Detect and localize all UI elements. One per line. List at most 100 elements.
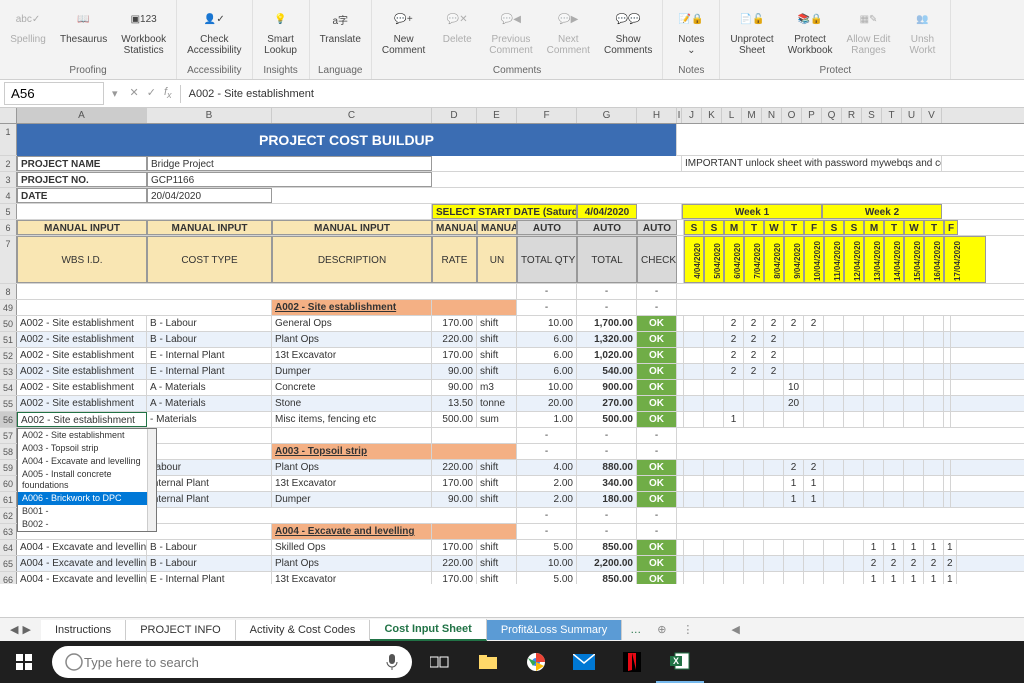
col-header[interactable]: C <box>272 108 432 123</box>
col-header[interactable]: N <box>762 108 782 123</box>
col-header[interactable]: F <box>517 108 577 123</box>
start-button[interactable] <box>0 641 48 683</box>
sheet-tab[interactable]: PROJECT INFO <box>126 620 235 640</box>
row-header[interactable]: 62 <box>0 508 17 523</box>
task-view-icon[interactable] <box>416 641 464 683</box>
wbs-dropdown[interactable]: A002 - Site establishmentA003 - Topsoil … <box>17 428 157 532</box>
sheet-tab[interactable]: Profit&Loss Summary <box>487 620 622 640</box>
dropdown-option[interactable]: A006 - Brickwork to DPC <box>18 492 156 505</box>
col-header[interactable]: A <box>17 108 147 123</box>
row-header[interactable]: 53 <box>0 364 17 379</box>
mic-icon[interactable] <box>384 652 400 672</box>
protect-workbook-button[interactable]: 📚🔒ProtectWorkbook <box>782 3 839 58</box>
row-header[interactable]: 60 <box>0 476 17 491</box>
row-header[interactable]: 3 <box>0 172 17 187</box>
row-header[interactable]: 52 <box>0 348 17 363</box>
workbook-stats-button[interactable]: ▣123WorkbookStatistics <box>115 3 172 58</box>
row-header[interactable]: 59 <box>0 460 17 475</box>
translate-button[interactable]: a字Translate <box>314 3 367 47</box>
show-comments-button[interactable]: 💬💬ShowComments <box>598 3 658 58</box>
col-header[interactable]: B <box>147 108 272 123</box>
name-box[interactable] <box>4 82 104 105</box>
row-header[interactable]: 8 <box>0 284 17 299</box>
delete-comment-button[interactable]: 💬✕Delete <box>433 3 481 58</box>
enter-icon[interactable]: ✓ <box>147 86 156 100</box>
cell: 1 <box>944 540 957 555</box>
col-header[interactable]: V <box>922 108 942 123</box>
dropdown-option[interactable]: B002 - <box>18 518 156 531</box>
dropdown-option[interactable]: B001 - <box>18 505 156 518</box>
new-comment-button[interactable]: 💬+NewComment <box>376 3 431 58</box>
excel-icon[interactable]: X <box>656 641 704 683</box>
check-accessibility-button[interactable]: 👤✓CheckAccessibility <box>181 3 247 58</box>
col-header[interactable]: D <box>432 108 477 123</box>
chrome-icon[interactable] <box>512 641 560 683</box>
dropdown-option[interactable]: A003 - Topsoil strip <box>18 442 156 455</box>
col-header[interactable]: J <box>682 108 702 123</box>
spreadsheet-grid[interactable]: 1PROJECT COST BUILDUP2PROJECT NAMEBridge… <box>0 124 1024 584</box>
row-header[interactable]: 1 <box>0 124 17 155</box>
row-header[interactable]: 4 <box>0 188 17 203</box>
col-header[interactable]: G <box>577 108 637 123</box>
tab-next-icon[interactable]: ▶ <box>22 623 30 636</box>
col-header[interactable]: R <box>842 108 862 123</box>
col-header[interactable]: T <box>882 108 902 123</box>
cancel-icon[interactable]: ✕ <box>130 86 139 100</box>
row-header[interactable]: 63 <box>0 524 17 539</box>
file-explorer-icon[interactable] <box>464 641 512 683</box>
sheet-tab[interactable]: Cost Input Sheet <box>370 619 486 641</box>
row-header[interactable]: 58 <box>0 444 17 459</box>
col-header[interactable]: M <box>742 108 762 123</box>
unprotect-sheet-button[interactable]: 📄🔓UnprotectSheet <box>724 3 779 58</box>
sheet-tab[interactable]: Instructions <box>41 620 126 640</box>
taskbar-search[interactable] <box>52 646 412 678</box>
sheet-tab[interactable]: Activity & Cost Codes <box>236 620 371 640</box>
thesaurus-button[interactable]: 📖Thesaurus <box>54 3 113 58</box>
col-header[interactable]: K <box>702 108 722 123</box>
col-header[interactable]: L <box>722 108 742 123</box>
tab-nav[interactable]: ◀ ▶ <box>0 623 41 636</box>
row-header[interactable]: 55 <box>0 396 17 411</box>
row-header[interactable]: 49 <box>0 300 17 315</box>
row-header[interactable]: 6 <box>0 220 17 235</box>
col-header[interactable]: H <box>637 108 677 123</box>
row-header[interactable]: 56 <box>0 412 17 427</box>
next-comment-button[interactable]: 💬▶NextComment <box>541 3 596 58</box>
dropdown-option[interactable]: A004 - Excavate and levelling <box>18 455 156 468</box>
row-header[interactable]: 50 <box>0 316 17 331</box>
cell <box>844 476 864 491</box>
spelling-button[interactable]: abc✓Spelling <box>4 3 52 58</box>
row-header[interactable]: 2 <box>0 156 17 171</box>
row-header[interactable]: 65 <box>0 556 17 571</box>
unshare-button[interactable]: 👥UnshWorkt <box>898 3 946 58</box>
col-header[interactable]: E <box>477 108 517 123</box>
allow-edit-ranges-button[interactable]: ▦✎Allow EditRanges <box>841 3 897 58</box>
col-header[interactable]: O <box>782 108 802 123</box>
name-dropdown[interactable]: ▾ <box>108 87 122 100</box>
search-input[interactable] <box>84 655 384 670</box>
col-header[interactable]: Q <box>822 108 842 123</box>
dropdown-option[interactable]: A002 - Site establishment <box>18 429 156 442</box>
row-header[interactable]: 57 <box>0 428 17 443</box>
col-header[interactable]: S <box>862 108 882 123</box>
col-header[interactable]: P <box>802 108 822 123</box>
mail-icon[interactable] <box>560 641 608 683</box>
row-header[interactable]: 64 <box>0 540 17 555</box>
tab-controls[interactable]: …⊕⋮◀ <box>622 623 770 636</box>
cell <box>844 540 864 555</box>
row-header[interactable]: 66 <box>0 572 17 584</box>
notes-button[interactable]: 📝🔒Notes⌄ <box>667 3 715 58</box>
row-header[interactable]: 54 <box>0 380 17 395</box>
prev-comment-button[interactable]: 💬◀PreviousComment <box>483 3 538 58</box>
row-header[interactable]: 61 <box>0 492 17 507</box>
fx-icon[interactable]: fx <box>164 86 172 100</box>
row-header[interactable]: 51 <box>0 332 17 347</box>
row-header[interactable]: 5 <box>0 204 17 219</box>
dropdown-option[interactable]: A005 - Install concrete foundations <box>18 468 156 492</box>
netflix-icon[interactable] <box>608 641 656 683</box>
formula-input[interactable]: A002 - Site establishment <box>180 85 1024 103</box>
tab-prev-icon[interactable]: ◀ <box>10 623 18 636</box>
col-header[interactable]: U <box>902 108 922 123</box>
smart-lookup-button[interactable]: 💡SmartLookup <box>257 3 305 58</box>
row-header[interactable]: 7 <box>0 236 17 283</box>
